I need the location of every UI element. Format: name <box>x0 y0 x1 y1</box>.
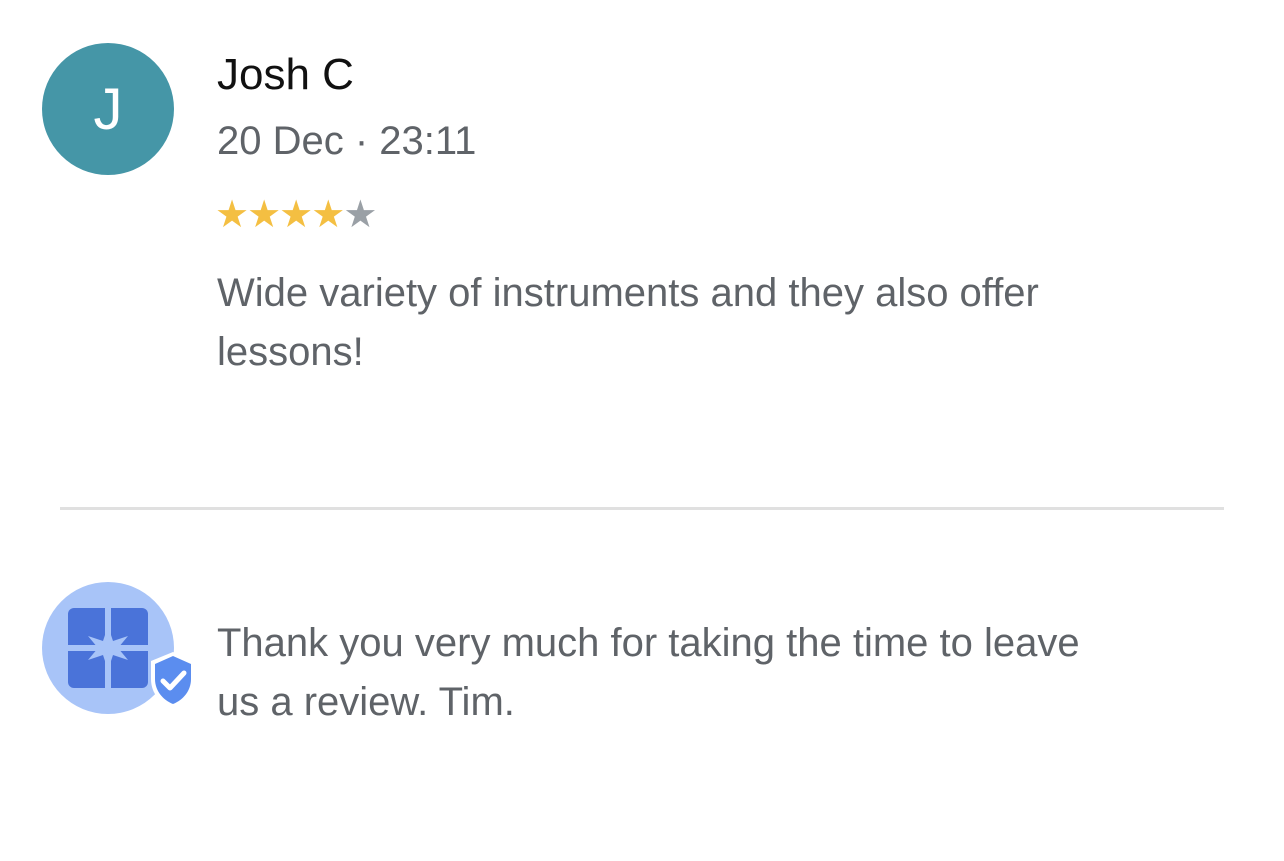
star-filled-icon: ★ <box>215 194 249 236</box>
verified-shield-icon <box>151 652 195 708</box>
reviewer-name[interactable]: Josh C <box>217 47 354 103</box>
owner-reply-text: Thank you very much for taking the time … <box>217 621 1080 724</box>
reviewer-avatar[interactable]: J <box>42 43 174 175</box>
review-text: Wide variety of instruments and they als… <box>217 271 1039 374</box>
review-card: J Josh C 20 Dec · 23:11 ★★★★★ Wide varie… <box>0 0 1284 861</box>
divider <box>60 507 1224 510</box>
reviewer-avatar-initial: J <box>93 76 123 142</box>
store-icon <box>68 608 148 688</box>
star-rating: ★★★★★ <box>215 193 377 237</box>
review-date: 20 Dec · 23:11 <box>217 119 477 163</box>
star-filled-icon: ★ <box>279 194 313 236</box>
star-filled-icon: ★ <box>311 194 345 236</box>
star-filled-icon: ★ <box>247 194 281 236</box>
star-empty-icon: ★ <box>343 194 377 236</box>
